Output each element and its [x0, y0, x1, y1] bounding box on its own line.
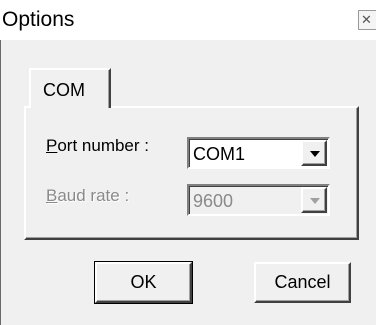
port-number-mnemonic: P — [46, 136, 58, 155]
port-number-value: COM1 — [193, 144, 246, 164]
baud-rate-label-text: aud rate : — [57, 186, 130, 205]
chevron-down-icon — [310, 198, 320, 204]
tab-panel-com: Port number : COM1 Baud rate : 9600 — [24, 106, 359, 240]
window-title: Options — [2, 8, 75, 31]
port-number-select[interactable]: COM1 — [187, 137, 330, 169]
baud-rate-dropdown-button — [301, 187, 327, 213]
baud-rate-label: Baud rate : — [46, 186, 129, 206]
tab-com-label: COM — [43, 80, 85, 100]
port-number-label: Port number : — [46, 136, 149, 156]
close-button[interactable]: ✕ — [358, 10, 376, 30]
options-dialog: Options ✕ COM Port number : COM1 Baud ra… — [0, 0, 376, 325]
tab-com[interactable]: COM — [29, 68, 111, 108]
cancel-button[interactable]: Cancel — [254, 262, 351, 303]
port-number-dropdown-button[interactable] — [301, 140, 327, 166]
chevron-down-icon — [310, 151, 320, 157]
port-number-label-text: ort number : — [57, 136, 149, 155]
baud-rate-value: 9600 — [193, 191, 234, 211]
baud-rate-select: 9600 — [187, 184, 330, 216]
baud-rate-mnemonic: B — [46, 186, 58, 205]
title-bar[interactable]: Options ✕ — [0, 0, 376, 40]
close-icon: ✕ — [361, 12, 372, 27]
ok-button[interactable]: OK — [94, 261, 193, 304]
